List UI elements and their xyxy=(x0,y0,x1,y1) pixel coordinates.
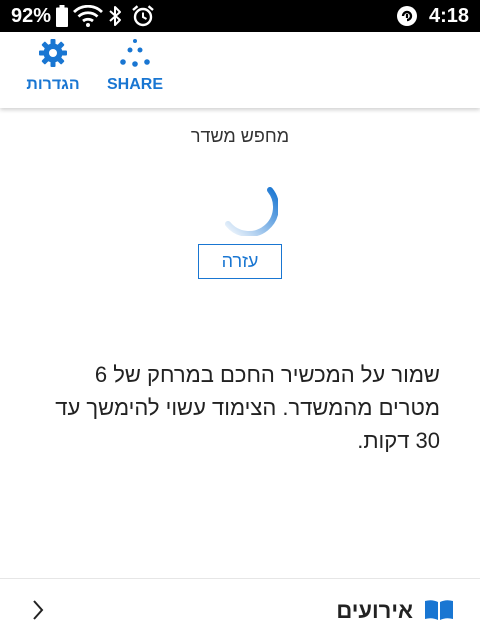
pairing-instructions: שמור על המכשיר החכם במרחק של 6 מטרים מהמ… xyxy=(55,362,440,453)
events-label: אירועים xyxy=(336,598,413,623)
alarm-icon xyxy=(132,5,154,27)
data-saver-icon xyxy=(397,6,417,26)
settings-button[interactable]: הגדרות xyxy=(18,38,88,100)
battery-icon xyxy=(56,5,68,27)
top-toolbar: הגדרות SHARE xyxy=(0,32,480,108)
bluetooth-icon xyxy=(109,6,121,26)
searching-title: מחפש משדר xyxy=(190,126,290,146)
status-bar: 92% 4:18 xyxy=(0,0,480,32)
gear-icon xyxy=(39,39,67,67)
help-button[interactable]: עזרה xyxy=(198,244,282,279)
chevron-left-icon xyxy=(33,600,44,620)
share-button[interactable]: SHARE xyxy=(100,38,170,100)
loading-spinner-icon xyxy=(225,187,278,236)
battery-percent: 92% xyxy=(11,5,52,27)
settings-label: הגדרות xyxy=(26,76,80,93)
share-dots-icon xyxy=(120,39,150,67)
book-icon xyxy=(425,600,453,620)
events-bar[interactable]: אירועים xyxy=(0,578,480,640)
clock: 4:18 xyxy=(428,5,469,27)
wifi-icon xyxy=(73,5,103,27)
share-label: SHARE xyxy=(106,76,163,93)
